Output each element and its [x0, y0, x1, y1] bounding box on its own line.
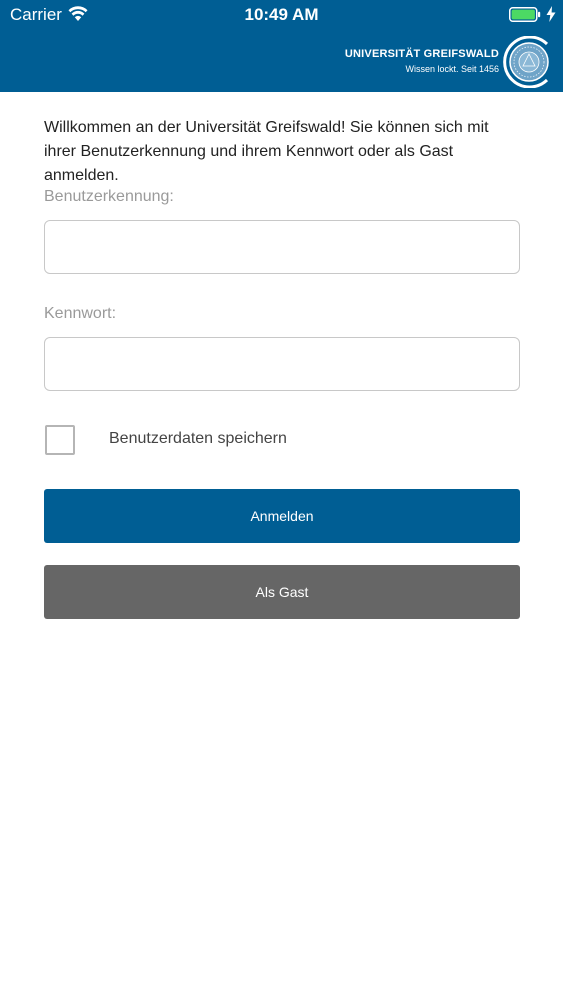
university-seal-icon [503, 36, 549, 88]
charging-bolt-icon [546, 6, 556, 22]
username-label: Benutzerkennung: [44, 188, 174, 205]
battery-icon [509, 7, 541, 22]
username-input[interactable] [44, 220, 520, 274]
clock-time: 10:49 AM [244, 5, 319, 24]
guest-login-button[interactable]: Als Gast [44, 565, 520, 619]
login-intro-container: Willkommen an der Universität Greifswald… [44, 116, 520, 188]
university-motto: Wissen lockt. Seit 1456 [405, 64, 499, 74]
status-bar: Carrier 10:49 AM [0, 0, 563, 30]
welcome-text: Willkommen an der Universität Greifswald… [44, 119, 489, 184]
university-name: UNIVERSITÄT GREIFSWALD [344, 48, 499, 60]
app-header: Carrier 10:49 AM UNIVERSITÄT GREIFSWALD … [0, 0, 563, 92]
login-button[interactable]: Anmelden [44, 489, 520, 543]
remember-credentials-checkbox[interactable] [45, 425, 75, 455]
password-label: Kennwort: [44, 305, 117, 322]
remember-credentials-label[interactable]: Benutzerdaten speichern [109, 430, 287, 448]
password-input[interactable] [44, 337, 520, 391]
university-brand: UNIVERSITÄT GREIFSWALD Wissen lockt. Sei… [345, 48, 499, 74]
